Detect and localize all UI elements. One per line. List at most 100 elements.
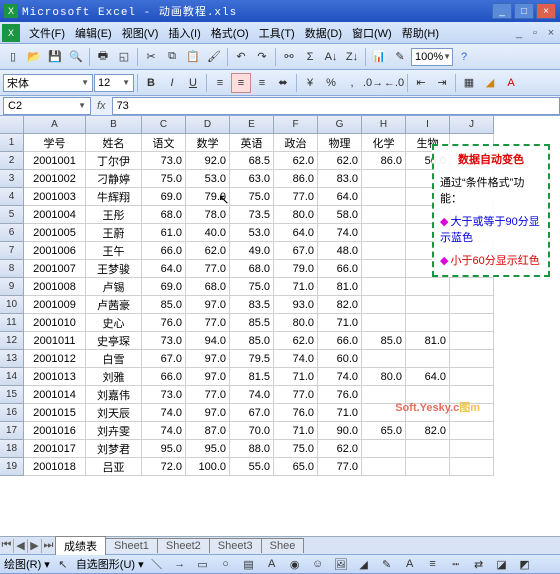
textbox-icon[interactable]: ▤ <box>239 554 259 574</box>
cell[interactable]: 62.0 <box>274 152 318 170</box>
cell[interactable]: 74.0 <box>318 368 362 386</box>
cell[interactable]: 74.0 <box>142 404 186 422</box>
align-center-icon[interactable]: ≡ <box>231 73 251 93</box>
cell[interactable]: 95.0 <box>186 440 230 458</box>
cell[interactable]: 81.0 <box>406 332 450 350</box>
doc-close-button[interactable]: × <box>544 26 558 40</box>
cell[interactable] <box>450 440 494 458</box>
row-header[interactable]: 8 <box>0 260 24 278</box>
row-header[interactable]: 9 <box>0 278 24 296</box>
cell[interactable]: 81.0 <box>318 278 362 296</box>
cell[interactable]: 64.0 <box>142 260 186 278</box>
menu-view[interactable]: 视图(V) <box>117 23 164 43</box>
col-header[interactable]: H <box>362 116 406 134</box>
cell[interactable]: 65.0 <box>362 422 406 440</box>
name-box[interactable]: C2▼ <box>3 97 91 115</box>
cell[interactable]: 66.0 <box>318 332 362 350</box>
cell[interactable] <box>406 350 450 368</box>
cell[interactable]: 60.0 <box>318 350 362 368</box>
cell[interactable]: 2001014 <box>24 386 86 404</box>
cell[interactable]: 64.0 <box>318 188 362 206</box>
cell[interactable]: 88.0 <box>230 440 274 458</box>
menu-data[interactable]: 数据(D) <box>300 23 347 43</box>
cell[interactable]: 80.0 <box>274 314 318 332</box>
cell[interactable]: 73.0 <box>142 386 186 404</box>
menu-help[interactable]: 帮助(H) <box>397 23 444 43</box>
header-cell[interactable]: 数学 <box>186 134 230 152</box>
row-header[interactable]: 17 <box>0 422 24 440</box>
cell[interactable] <box>450 296 494 314</box>
bold-button[interactable]: B <box>141 73 161 93</box>
cell[interactable]: 80.0 <box>274 206 318 224</box>
cut-icon[interactable]: ✂ <box>141 47 161 67</box>
fx-label[interactable]: fx <box>91 100 112 112</box>
cell[interactable]: 87.0 <box>186 422 230 440</box>
line-style-icon[interactable]: ≡ <box>423 554 443 574</box>
cell[interactable]: 79.0 <box>274 260 318 278</box>
col-header[interactable]: J <box>450 116 494 134</box>
zoom-combo[interactable]: 100%▼ <box>411 48 453 66</box>
cell[interactable]: 83.5 <box>230 296 274 314</box>
save-icon[interactable]: 💾 <box>45 47 65 67</box>
cell[interactable]: 66.0 <box>318 260 362 278</box>
cell[interactable]: 62.0 <box>318 440 362 458</box>
cell[interactable]: 66.0 <box>142 242 186 260</box>
cell[interactable]: 71.0 <box>274 368 318 386</box>
sort-desc-icon[interactable]: Z↓ <box>342 47 362 67</box>
cell[interactable] <box>362 458 406 476</box>
cell[interactable] <box>406 278 450 296</box>
cell[interactable]: 2001004 <box>24 206 86 224</box>
font-color-icon[interactable]: A <box>501 73 521 93</box>
help-icon[interactable]: ? <box>454 47 474 67</box>
tab-first-icon[interactable]: ⏮ <box>0 539 14 553</box>
cell[interactable]: 90.0 <box>318 422 362 440</box>
cell[interactable]: 73.0 <box>142 332 186 350</box>
cell[interactable]: 61.0 <box>142 224 186 242</box>
row-header[interactable]: 14 <box>0 368 24 386</box>
sheet-tab-active[interactable]: 成绩表 <box>55 536 106 555</box>
cell[interactable]: 62.0 <box>274 332 318 350</box>
cell[interactable] <box>362 260 406 278</box>
cell[interactable]: 卢锡 <box>86 278 142 296</box>
oval-icon[interactable]: ○ <box>216 554 236 574</box>
cell[interactable]: 77.0 <box>186 260 230 278</box>
cell[interactable]: 2001017 <box>24 440 86 458</box>
cell[interactable]: 66.0 <box>142 368 186 386</box>
cell[interactable]: 40.0 <box>186 224 230 242</box>
cell[interactable] <box>406 440 450 458</box>
currency-icon[interactable]: ¥ <box>300 73 320 93</box>
cell[interactable]: 97.0 <box>186 368 230 386</box>
col-header[interactable]: C <box>142 116 186 134</box>
align-left-icon[interactable]: ≡ <box>210 73 230 93</box>
cell[interactable] <box>362 296 406 314</box>
italic-button[interactable]: I <box>162 73 182 93</box>
cell[interactable]: 2001015 <box>24 404 86 422</box>
tab-next-icon[interactable]: ▶ <box>28 539 42 553</box>
menu-tools[interactable]: 工具(T) <box>254 23 300 43</box>
col-header[interactable]: I <box>406 116 450 134</box>
sheet-tab[interactable]: Shee <box>261 538 305 553</box>
cell[interactable]: 83.0 <box>318 170 362 188</box>
cell[interactable]: 70.0 <box>230 422 274 440</box>
copy-icon[interactable]: ⧉ <box>162 47 182 67</box>
cell[interactable]: 吕亚 <box>86 458 142 476</box>
cell[interactable]: 75.0 <box>142 170 186 188</box>
col-header[interactable]: E <box>230 116 274 134</box>
borders-icon[interactable]: ▦ <box>459 73 479 93</box>
cell[interactable] <box>406 296 450 314</box>
cell[interactable]: 77.0 <box>318 458 362 476</box>
format-painter-icon[interactable]: 🖌 <box>204 47 224 67</box>
3d-icon[interactable]: ◩ <box>515 554 535 574</box>
cell[interactable]: 67.0 <box>230 404 274 422</box>
cell[interactable]: 65.0 <box>274 458 318 476</box>
cell[interactable]: 71.0 <box>318 314 362 332</box>
cell[interactable]: 74.0 <box>274 350 318 368</box>
cell[interactable]: 2001007 <box>24 260 86 278</box>
doc-minimize-button[interactable]: _ <box>512 26 526 40</box>
cell[interactable]: 55.0 <box>230 458 274 476</box>
align-right-icon[interactable]: ≡ <box>252 73 272 93</box>
cell[interactable]: 王梦骏 <box>86 260 142 278</box>
cell[interactable]: 86.0 <box>362 152 406 170</box>
row-header[interactable]: 11 <box>0 314 24 332</box>
cell[interactable] <box>450 350 494 368</box>
